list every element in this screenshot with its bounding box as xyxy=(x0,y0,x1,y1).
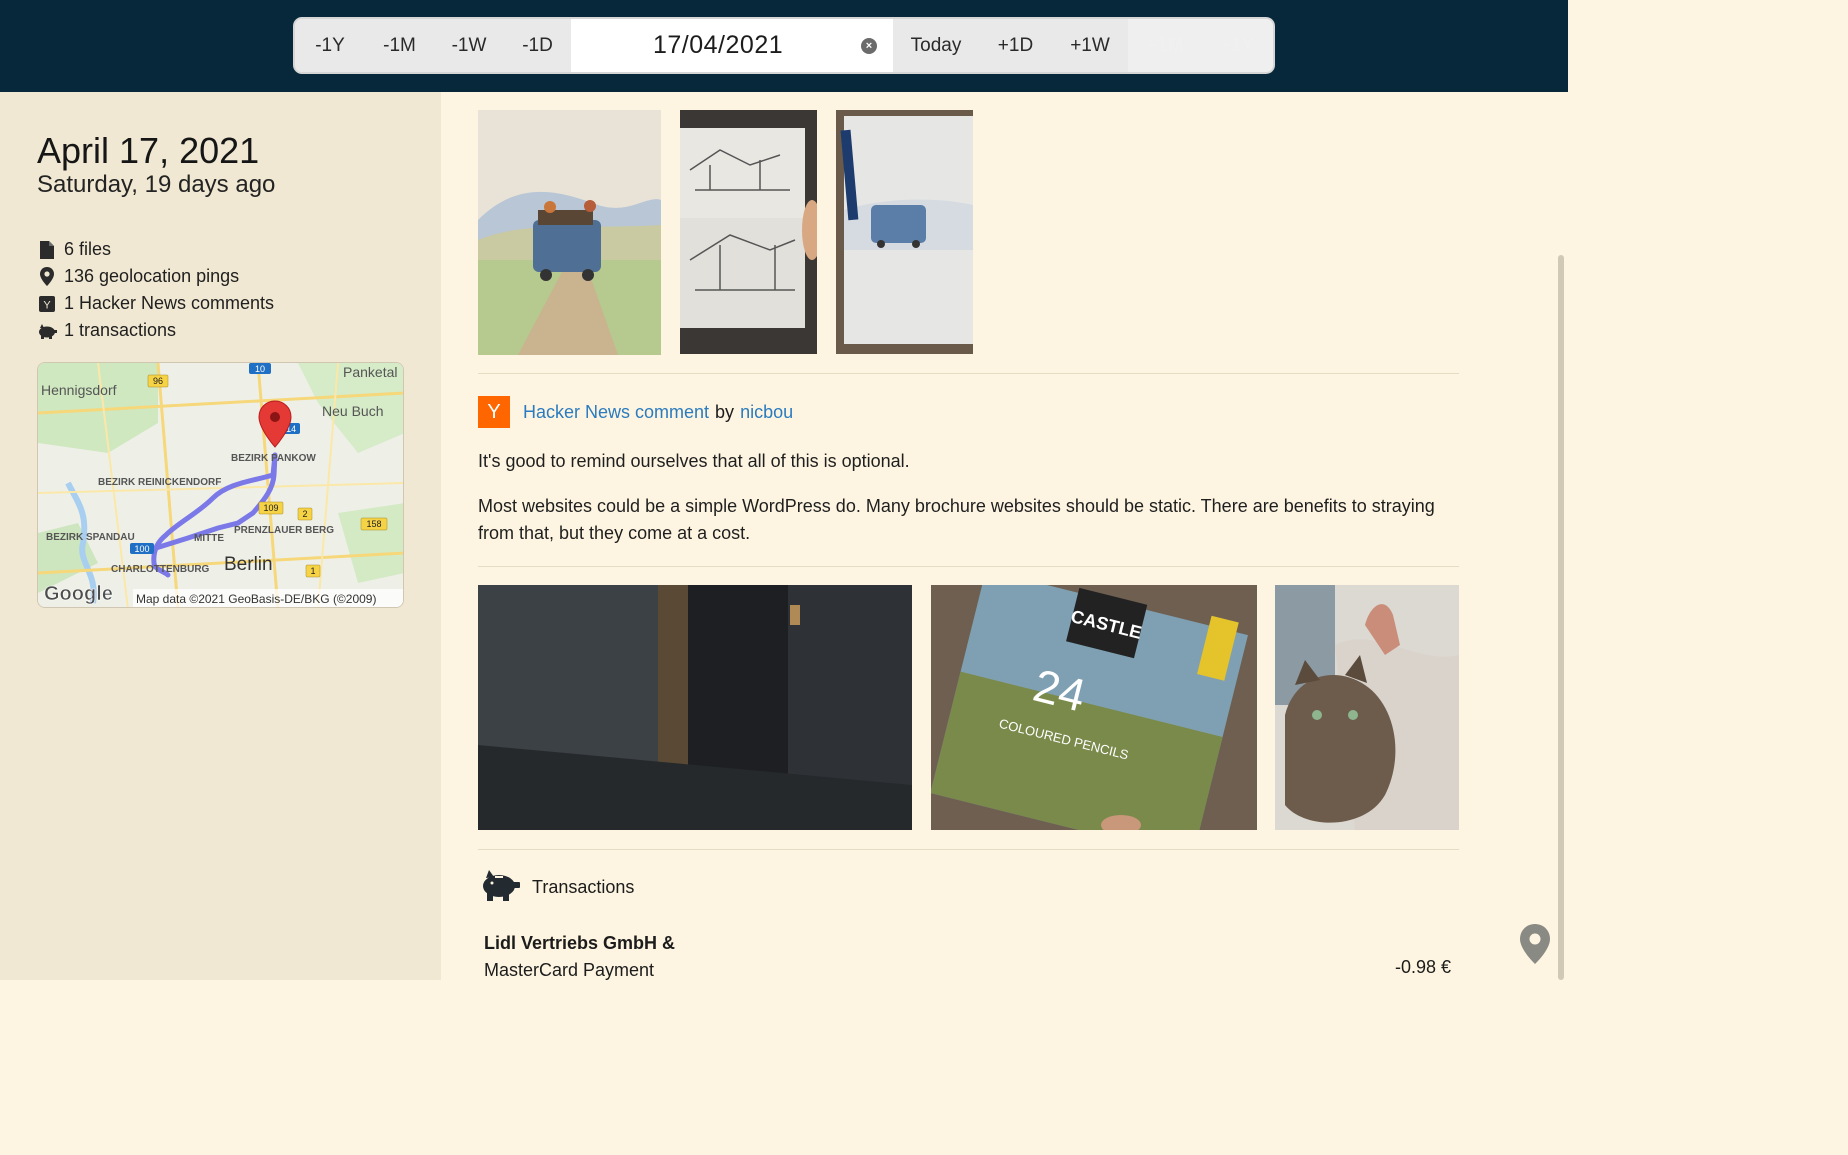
clear-icon[interactable]: × xyxy=(861,38,877,54)
date-title: April 17, 2021 xyxy=(37,130,260,171)
map-place-label: Berlin xyxy=(224,554,273,575)
map-road-label: 10 xyxy=(255,364,265,374)
hn-comment-paragraph: Most websites could be a simple WordPres… xyxy=(478,496,1435,543)
stat-geolocation: 136 geolocation pings xyxy=(37,263,274,290)
plus-1-year-button: +1Y xyxy=(1201,19,1273,72)
day-stats: 6 files 136 geolocation pings Y 1 Hacker… xyxy=(37,236,274,344)
photo-thumbnail-cat[interactable] xyxy=(1275,585,1459,830)
map-road-label: 1 xyxy=(310,566,315,576)
by-label: by xyxy=(715,401,735,422)
hn-comment-link[interactable]: Hacker News comment xyxy=(523,402,709,423)
scrollbar[interactable] xyxy=(1558,255,1564,980)
stat-label: 6 files xyxy=(64,239,112,259)
photo-thumbnail-sketch-car[interactable] xyxy=(478,110,661,355)
map-road-label: 2 xyxy=(302,509,307,519)
transaction-description: MasterCard Payment xyxy=(484,960,655,980)
photo-thumbnail-sketch-pen[interactable] xyxy=(836,110,973,354)
hn-author-link[interactable]: nicbou xyxy=(740,402,793,423)
top-bar: -1Y -1M -1W -1D × Today +1D +1W +1M +1Y xyxy=(0,0,1568,92)
map-road-label: 100 xyxy=(134,544,149,554)
google-logo: Google xyxy=(44,583,113,605)
stat-label: 1 Hacker News comments xyxy=(64,293,275,313)
map-place-label: Neu Buch xyxy=(322,403,383,419)
divider xyxy=(478,373,1459,374)
map-place-label: CHARLOTTENBURG xyxy=(111,564,210,575)
today-button[interactable]: Today xyxy=(893,19,979,72)
transactions-header: Transactions xyxy=(478,868,634,907)
divider xyxy=(478,849,1459,850)
file-icon xyxy=(37,240,57,260)
plus-1-week-button[interactable]: +1W xyxy=(1052,19,1128,72)
date-navigation: -1Y -1M -1W -1D × Today +1D +1W +1M +1Y xyxy=(293,17,1275,74)
photo-thumbnail-dark-room[interactable] xyxy=(478,585,912,830)
minus-1-month-button[interactable]: -1M xyxy=(365,19,434,72)
stat-hacker-news: Y 1 Hacker News comments xyxy=(37,290,274,317)
photo-thumbnail-pencils-box[interactable]: CASTLE 24 COLOURED PENCILS xyxy=(931,585,1257,830)
piggy-bank-icon xyxy=(478,868,520,907)
transaction-item: Lidl Vertriebs GmbH & MasterCard Payment xyxy=(484,930,784,984)
stat-label: 136 geolocation pings xyxy=(64,266,240,286)
map-place-label: BEZIRK REINICKENDORF xyxy=(98,477,221,488)
date-subtitle: Saturday, 19 days ago xyxy=(37,171,276,198)
photo-thumbnail-sketchbook[interactable] xyxy=(680,110,817,354)
map-road-label: 96 xyxy=(153,376,163,386)
plus-1-day-button[interactable]: +1D xyxy=(979,19,1052,72)
location-pin-icon xyxy=(37,267,57,287)
location-map[interactable]: 10 96 114 109 2 158 100 1 Hennigsdorf Pa… xyxy=(37,362,404,608)
date-field: × xyxy=(571,19,893,72)
transaction-merchant: Lidl Vertriebs GmbH & xyxy=(484,933,676,953)
date-input[interactable] xyxy=(571,31,851,60)
plus-1-month-button: +1M xyxy=(1128,19,1201,72)
map-place-label: MITTE xyxy=(194,533,224,544)
hacker-news-logo-icon: Y xyxy=(478,396,510,428)
stat-transactions: 1 transactions xyxy=(37,317,274,344)
sidebar: April 17, 2021 Saturday, 19 days ago 6 f… xyxy=(0,92,441,980)
stat-label: 1 transactions xyxy=(64,320,177,340)
map-place-label: PRENZLAUER BERG xyxy=(234,525,334,536)
transactions-heading: Transactions xyxy=(532,877,635,897)
hn-comment-paragraph: It's good to remind ourselves that all o… xyxy=(478,451,910,471)
map-place-label: Hennigsdorf xyxy=(41,382,117,398)
transaction-amount: -0.98 € xyxy=(1394,957,1451,977)
map-road-label: 109 xyxy=(263,503,278,513)
main-content: Y Hacker News comment by nicbou It's goo… xyxy=(441,92,1568,980)
hn-comment-header: Y Hacker News comment by nicbou xyxy=(478,396,793,428)
map-road-label: 158 xyxy=(366,519,381,529)
minus-1-year-button[interactable]: -1Y xyxy=(295,19,365,72)
minus-1-day-button[interactable]: -1D xyxy=(504,19,571,72)
piggy-bank-icon xyxy=(37,321,57,341)
map-attribution: Map data ©2021 GeoBasis-DE/BKG (©2009) xyxy=(136,592,376,606)
minus-1-week-button[interactable]: -1W xyxy=(434,19,504,72)
map-toggle-pin-icon[interactable] xyxy=(1520,924,1550,969)
svg-text:Y: Y xyxy=(43,299,51,311)
hacker-news-icon: Y xyxy=(37,294,57,314)
map-place-label: Panketal xyxy=(343,364,397,380)
stat-files: 6 files xyxy=(37,236,274,263)
divider xyxy=(478,566,1459,567)
map-place-label: BEZIRK PANKOW xyxy=(231,453,316,464)
map-place-label: BEZIRK SPANDAU xyxy=(46,532,135,543)
